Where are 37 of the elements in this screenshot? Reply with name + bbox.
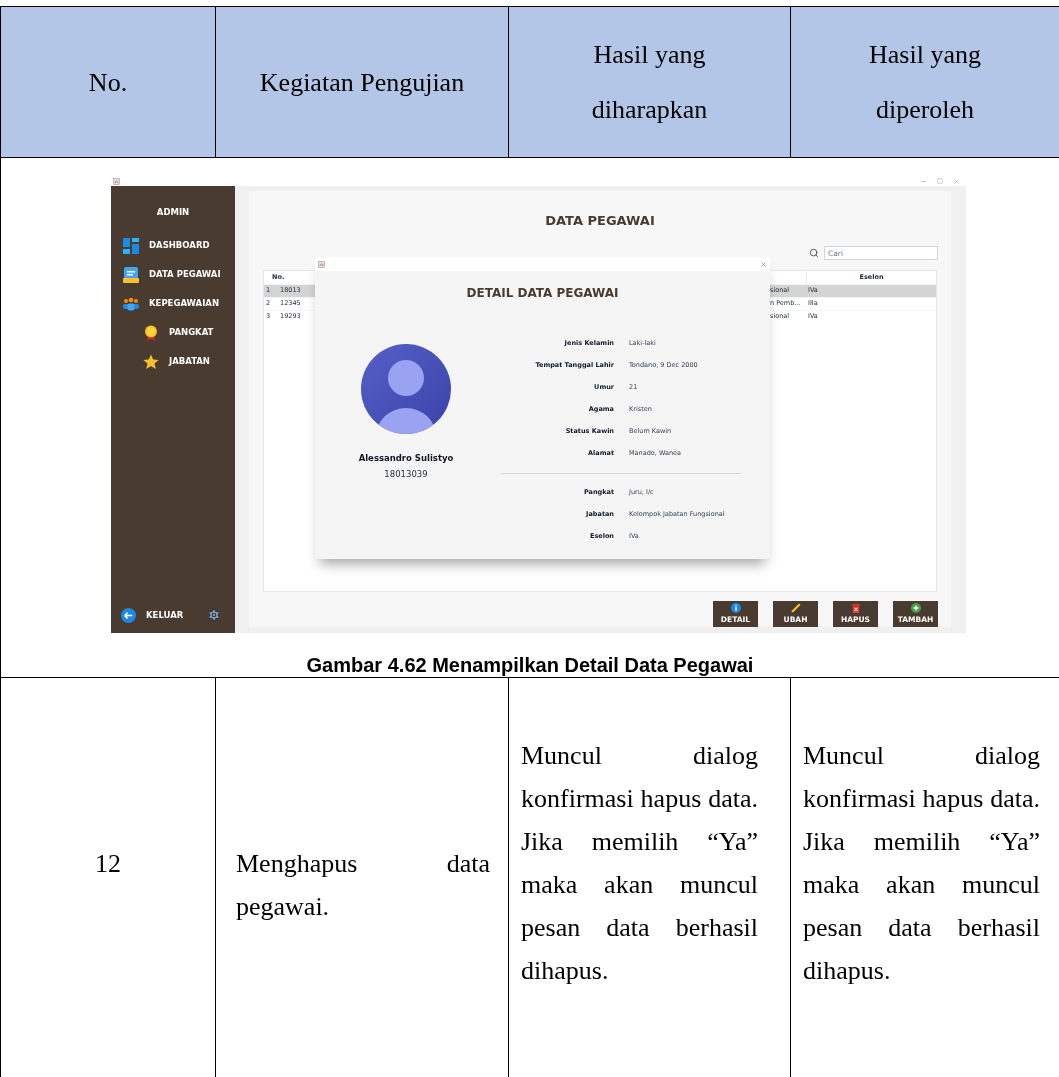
app-icon [318, 260, 325, 268]
column-header: No. [88, 66, 128, 99]
settings-icon[interactable] [207, 608, 221, 622]
column-header: Hasil yang diharapkan [590, 39, 709, 126]
employee-name: Alessandro Sulistyo [358, 452, 454, 465]
medal-icon [143, 324, 159, 341]
test-activity: Menghapus data pegawai. [236, 848, 490, 923]
sidebar-title: ADMIN [156, 207, 190, 217]
sidebar-item[interactable]: KEPEGAWAIAN [111, 289, 235, 318]
close-icon[interactable] [760, 260, 767, 268]
search-icon [809, 248, 819, 258]
trash-icon [850, 602, 861, 613]
column-header: Hasil yang diperoleh [868, 39, 982, 126]
sidebar-item[interactable]: PANGKAT [111, 318, 235, 347]
app-icon [113, 177, 120, 185]
expected-result: Muncul dialog konfirmasi hapus data. Jika memilih “Ya” maka akan muncul pesan data berhasil dihapus. [521, 740, 758, 987]
info-icon [730, 602, 741, 613]
employee-id: 18013039 [384, 467, 428, 481]
maximize-icon[interactable] [937, 178, 943, 184]
actual-result: Muncul dialog konfirmasi hapus data. Jika memilih “Ya” maka akan muncul pesan data berhasil dihapus. [803, 740, 1040, 987]
figure-caption: Gambar 4.62 Menampilkan Detail Data Pegawai [306, 654, 754, 676]
avatar-icon [361, 344, 451, 434]
logout-link[interactable]: KELUAR [146, 608, 184, 622]
people-icon [123, 295, 139, 312]
close-icon[interactable] [953, 177, 960, 185]
column-header: Kegiatan Pengujian [259, 66, 465, 99]
sidebar-item[interactable]: DASHBOARD [111, 231, 235, 260]
page-title: DATA PEGAWAI [545, 213, 655, 228]
dialog-title: DETAIL DATA PEGAWAI [466, 286, 619, 300]
sidebar-item[interactable]: JABATAN [111, 347, 235, 376]
star-icon [143, 353, 159, 370]
plus-icon [910, 602, 921, 613]
dashboard-icon [123, 237, 139, 254]
test-number: 12 [95, 849, 121, 878]
sidebar-item[interactable]: DATA PEGAWAI [111, 260, 235, 289]
pencil-icon [790, 602, 801, 613]
inbox-icon [123, 266, 139, 283]
